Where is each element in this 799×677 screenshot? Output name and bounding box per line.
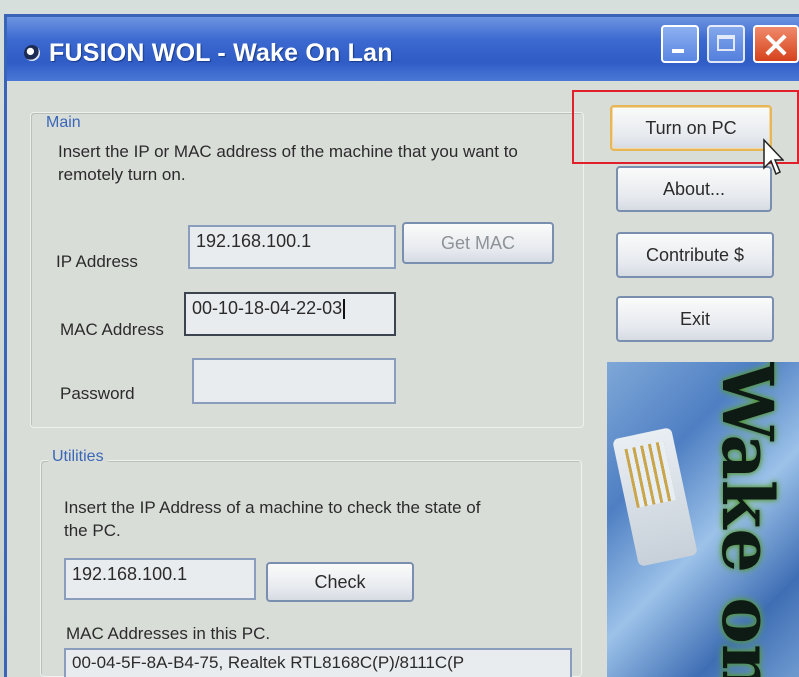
mac-address-value: 00-10-18-04-22-03 — [192, 298, 343, 318]
about-button[interactable]: About... — [616, 166, 772, 212]
close-icon[interactable] — [753, 25, 799, 63]
maximize-icon[interactable] — [707, 25, 745, 63]
check-ip-input[interactable]: 192.168.100.1 — [64, 558, 256, 600]
mouse-pointer-icon — [763, 138, 784, 176]
exit-button[interactable]: Exit — [616, 296, 774, 342]
wake-on-lan-banner: Wake on LAN — [607, 362, 799, 677]
banner-text: Wake on LAN — [706, 362, 789, 677]
mac-list-field[interactable]: 00-04-5F-8A-B4-75, Realtek RTL8168C(P)/8… — [64, 648, 572, 677]
mac-list-label: MAC Addresses in this PC. — [66, 624, 271, 643]
app-icon[interactable] — [24, 45, 40, 61]
utilities-description: Insert the IP Address of a machine to ch… — [64, 498, 481, 540]
window-title: FUSION WOL - Wake On Lan — [49, 39, 393, 67]
check-button[interactable]: Check — [266, 562, 414, 602]
get-mac-button[interactable]: Get MAC — [402, 222, 554, 264]
password-label: Password — [60, 384, 135, 403]
text-caret — [343, 299, 346, 320]
utilities-group-legend: Utilities — [48, 448, 108, 466]
minimize-icon[interactable] — [661, 25, 699, 63]
mac-address-input[interactable]: 00-10-18-04-22-03 — [184, 292, 396, 336]
mac-address-label: MAC Address — [60, 320, 164, 339]
password-input[interactable] — [192, 358, 396, 404]
network-plug-icon — [612, 427, 698, 567]
main-group-legend: Main — [42, 114, 85, 132]
ip-address-input[interactable]: 192.168.100.1 — [188, 225, 396, 269]
title-bar[interactable]: FUSION WOL - Wake On Lan — [7, 17, 799, 81]
main-description: Insert the IP or MAC address of the mach… — [58, 142, 518, 184]
screen: FUSION WOL - Wake On Lan Main Insert the… — [0, 0, 799, 677]
ip-address-label: IP Address — [56, 252, 138, 271]
contribute-button[interactable]: Contribute $ — [616, 232, 774, 278]
